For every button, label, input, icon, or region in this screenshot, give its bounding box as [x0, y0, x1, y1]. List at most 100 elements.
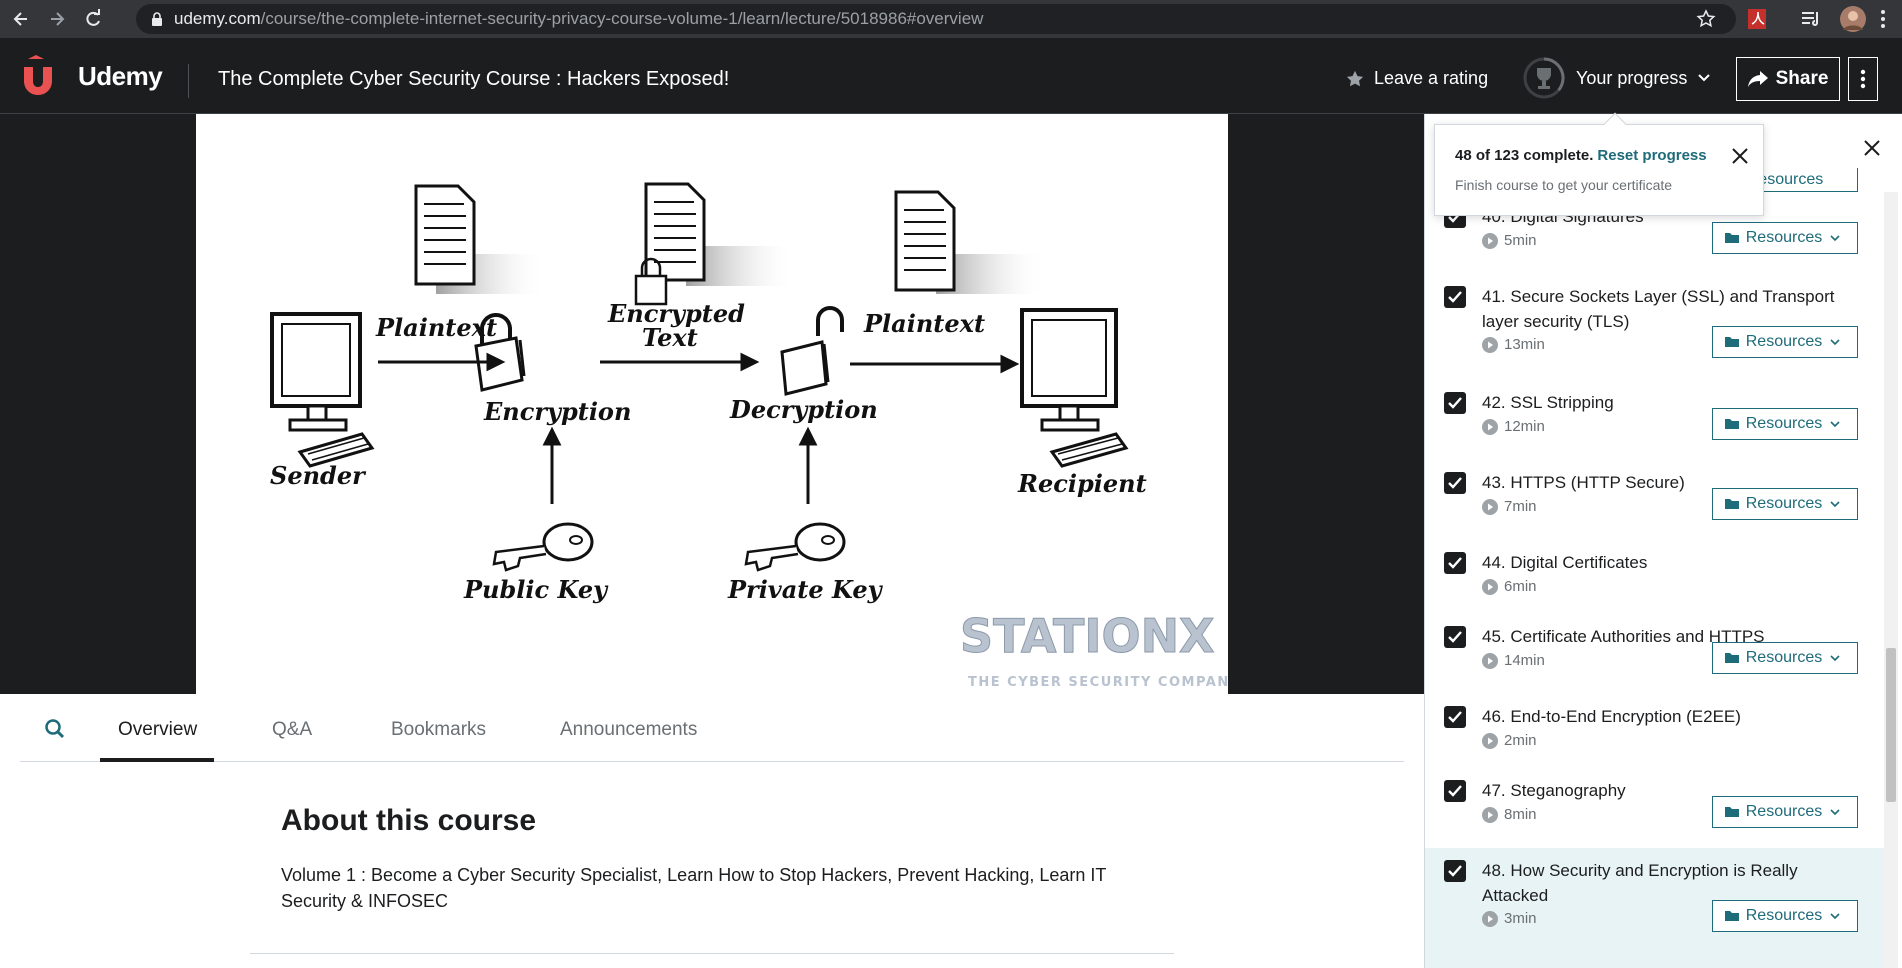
- chevron-down-icon: [1698, 74, 1711, 82]
- bookmark-star-icon[interactable]: [1696, 9, 1716, 29]
- progress-popover: 48 of 123 complete. Reset progress Finish…: [1434, 112, 1764, 216]
- play-circle-icon: [1482, 910, 1498, 927]
- tab-qa[interactable]: Q&A: [272, 719, 312, 741]
- share-label: Share: [1775, 68, 1829, 89]
- sidebar-scrollbar[interactable]: [1884, 192, 1898, 968]
- chevron-down-icon: [1830, 339, 1840, 346]
- resources-label: Resources: [1745, 415, 1823, 432]
- resources-button[interactable]: Resources: [1712, 488, 1858, 520]
- resources-label: Resources: [1745, 229, 1823, 246]
- lecture-item[interactable]: 47. Steganography 8min Resources: [1425, 768, 1885, 848]
- tab-overview[interactable]: Overview: [118, 719, 197, 741]
- resources-label: Resources: [1745, 649, 1823, 666]
- lecture-duration-label: 5min: [1504, 232, 1537, 249]
- label-encrypted-text: Text: [642, 323, 698, 352]
- lecture-duration-label: 7min: [1504, 498, 1537, 515]
- sidebar-scrollbar-thumb[interactable]: [1886, 648, 1896, 802]
- chevron-down-icon: [1830, 655, 1840, 662]
- course-content-sidebar: Resources 40. Digital Signatures 5min Reso…: [1424, 114, 1902, 968]
- checkmark-icon: [1448, 631, 1462, 643]
- flow-arrows: [378, 352, 1020, 504]
- lecture-duration: 13min: [1482, 336, 1545, 353]
- lecture-complete-checkbox[interactable]: [1444, 552, 1466, 574]
- share-arrow-icon: [1747, 71, 1768, 87]
- forward-icon[interactable]: [42, 4, 72, 34]
- lecture-duration: 14min: [1482, 652, 1545, 669]
- share-button[interactable]: Share: [1736, 57, 1840, 101]
- document-icon-left: [414, 184, 546, 294]
- lecture-item[interactable]: 45. Certificate Authorities and HTTPS 14m…: [1425, 614, 1885, 694]
- lecture-complete-checkbox[interactable]: [1444, 286, 1466, 308]
- lecture-item[interactable]: 48. How Security and Encryption is Reall…: [1425, 848, 1885, 968]
- udemy-logo-icon: [24, 55, 52, 95]
- about-description: Volume 1 : Become a Cyber Security Speci…: [281, 865, 1107, 911]
- search-icon[interactable]: [44, 718, 66, 740]
- play-circle-icon: [1482, 806, 1498, 823]
- resources-button[interactable]: Resources: [1712, 326, 1858, 358]
- document-icon-right: [894, 190, 1046, 294]
- course-tabs: Overview Q&A Bookmarks Announcements: [20, 694, 1404, 762]
- chevron-down-icon: [1830, 421, 1840, 428]
- lecture-complete-checkbox[interactable]: [1444, 626, 1466, 648]
- lecture-complete-checkbox[interactable]: [1444, 780, 1466, 802]
- checkmark-icon: [1448, 557, 1462, 569]
- lecture-duration: 5min: [1482, 232, 1537, 249]
- stationx-watermark: STATIONX: [960, 609, 1215, 663]
- reload-icon[interactable]: [78, 4, 108, 34]
- lecture-slide: Plaintext Encrypted Text Plaintext Encry…: [196, 114, 1228, 694]
- folder-open-icon: [1724, 337, 1739, 347]
- chevron-down-icon: [1830, 913, 1840, 920]
- lecture-item[interactable]: 46. End-to-End Encryption (E2EE) 2min: [1425, 694, 1885, 768]
- resources-button[interactable]: Resources: [1712, 642, 1858, 674]
- browser-toolbar: udemy.com/course/the-complete-internet-s…: [0, 0, 1902, 38]
- resources-button[interactable]: Resources: [1712, 222, 1858, 254]
- profile-avatar-icon[interactable]: [1840, 6, 1866, 32]
- encryption-diagram: Plaintext Encrypted Text Plaintext Encry…: [270, 182, 1228, 690]
- play-circle-icon: [1482, 336, 1498, 353]
- lecture-duration: 6min: [1482, 578, 1537, 595]
- lecture-duration: 7min: [1482, 498, 1537, 515]
- your-progress-button[interactable]: Your progress: [1522, 56, 1711, 100]
- udemy-logo[interactable]: Udemy: [18, 55, 163, 97]
- lecture-duration: 2min: [1482, 732, 1537, 749]
- play-circle-icon: [1482, 418, 1498, 435]
- video-player[interactable]: Plaintext Encrypted Text Plaintext Encry…: [0, 114, 1424, 694]
- resources-button[interactable]: Resources: [1712, 796, 1858, 828]
- leave-rating-button[interactable]: Leave a rating: [1346, 68, 1488, 89]
- lecture-duration-label: 6min: [1504, 578, 1537, 595]
- lecture-item[interactable]: 44. Digital Certificates 6min: [1425, 540, 1885, 614]
- address-bar[interactable]: udemy.com/course/the-complete-internet-s…: [136, 4, 1736, 34]
- lecture-complete-checkbox[interactable]: [1444, 472, 1466, 494]
- resources-button[interactable]: Resources: [1712, 408, 1858, 440]
- folder-open-icon: [1724, 807, 1739, 817]
- lecture-item[interactable]: 43. HTTPS (HTTP Secure) 7min Resources: [1425, 460, 1885, 540]
- reset-progress-link[interactable]: Reset progress: [1597, 147, 1706, 164]
- lecture-complete-checkbox[interactable]: [1444, 392, 1466, 414]
- close-sidebar-icon[interactable]: [1862, 138, 1882, 158]
- back-icon[interactable]: [6, 4, 36, 34]
- resources-button[interactable]: Resources: [1712, 900, 1858, 932]
- browser-menu-icon[interactable]: [1880, 8, 1886, 30]
- lecture-complete-checkbox[interactable]: [1444, 706, 1466, 728]
- resources-label: Resources: [1745, 495, 1823, 512]
- lecture-item[interactable]: 42. SSL Stripping 12min Resources: [1425, 380, 1885, 460]
- label-private-key: Private Key: [727, 575, 884, 604]
- sender-computer: [270, 312, 375, 468]
- label-decryption: Decryption: [729, 395, 878, 424]
- tab-bookmarks[interactable]: Bookmarks: [391, 719, 486, 741]
- course-title[interactable]: The Complete Cyber Security Course : Hac…: [218, 68, 729, 91]
- media-control-icon[interactable]: [1800, 8, 1822, 30]
- padlock-open: [780, 306, 844, 396]
- pdf-extension-icon[interactable]: [1746, 8, 1768, 30]
- public-key-icon: [492, 522, 594, 572]
- lecture-duration: 3min: [1482, 910, 1537, 927]
- lecture-duration-label: 2min: [1504, 732, 1537, 749]
- folder-open-icon: [1724, 499, 1739, 509]
- folder-open-icon: [1724, 653, 1739, 663]
- close-popover-icon[interactable]: [1731, 147, 1749, 165]
- course-header: Udemy The Complete Cyber Security Course…: [0, 38, 1902, 114]
- lecture-item[interactable]: 41. Secure Sockets Layer (SSL) and Trans…: [1425, 274, 1885, 380]
- more-options-button[interactable]: [1848, 57, 1878, 101]
- tab-announcements[interactable]: Announcements: [560, 719, 697, 741]
- lecture-complete-checkbox[interactable]: [1444, 860, 1466, 882]
